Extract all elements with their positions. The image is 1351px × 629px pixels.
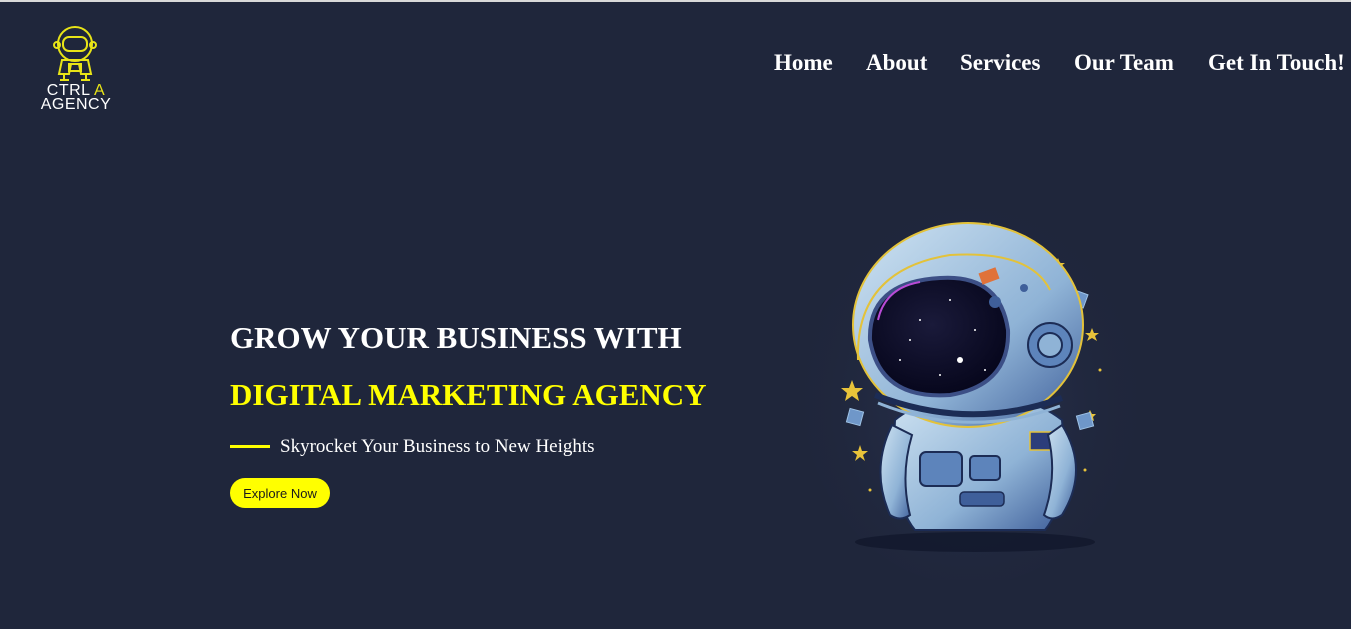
nav-get-in-touch[interactable]: Get In Touch! [1208, 50, 1345, 76]
astronaut-logo-icon [53, 26, 97, 81]
nav-home[interactable]: Home [774, 50, 833, 76]
astronaut-illustration [800, 170, 1140, 585]
main-nav: Home About Services Our Team Get In Touc… [774, 50, 1351, 82]
top-border [0, 0, 1351, 2]
logo-line2: AGENCY [40, 96, 112, 113]
nav-services[interactable]: Services [960, 50, 1040, 76]
nav-about[interactable]: About [866, 50, 927, 76]
explore-now-button[interactable]: Explore Now [230, 478, 330, 508]
logo-text: CTRL A AGENCY [24, 83, 128, 113]
hero-headline-line2: DIGITAL MARKETING AGENCY [230, 377, 707, 412]
nav-our-team[interactable]: Our Team [1074, 50, 1174, 76]
logo[interactable]: CTRL A AGENCY [24, 24, 128, 118]
hero-tagline: Skyrocket Your Business to New Heights [280, 436, 595, 457]
tagline-dash [230, 445, 270, 448]
hero-headline-line1: GROW YOUR BUSINESS WITH [230, 320, 682, 355]
